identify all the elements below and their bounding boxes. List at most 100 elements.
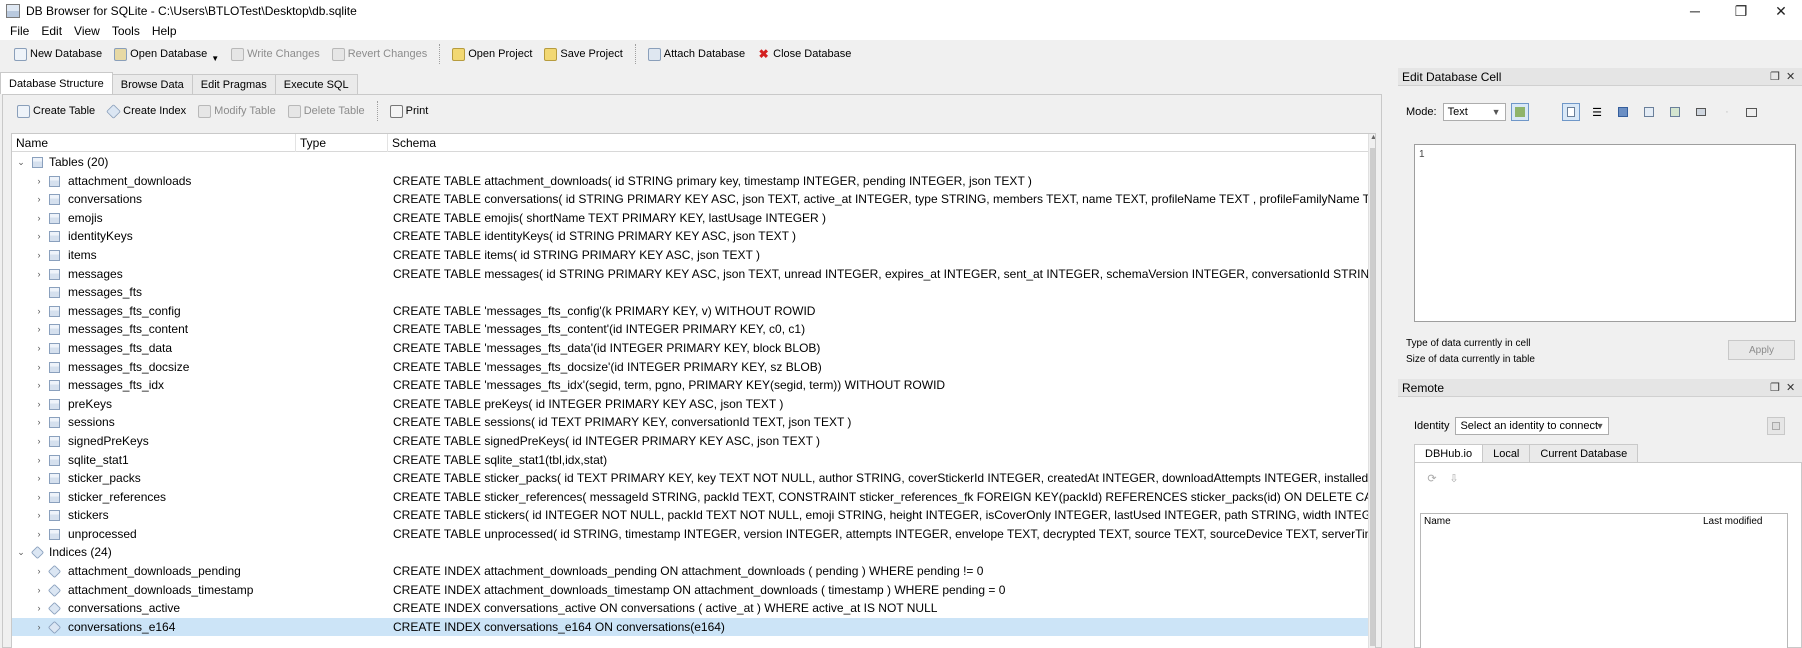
tree-row[interactable]: › sticker_packs CREATE TABLE sticker_packs…	[12, 469, 1369, 488]
new-database-button[interactable]: New Database	[8, 43, 108, 65]
chevron-right-icon[interactable]: ›	[34, 488, 44, 507]
chevron-right-icon[interactable]: ›	[34, 469, 44, 488]
tree-row[interactable]: › conversations_active CREATE INDEX conver…	[12, 599, 1368, 618]
column-header-name[interactable]: Name	[12, 134, 296, 152]
indices-group-row[interactable]: ⌄ Indices (24)	[12, 543, 1368, 562]
schema-tree[interactable]: Name Type Schema ⌄ Tables (20) › attachment…	[11, 133, 1376, 648]
chevron-right-icon[interactable]: ›	[34, 339, 44, 358]
scrollbar-thumb[interactable]	[1370, 148, 1375, 646]
tab-current-database[interactable]: Current Database	[1529, 444, 1639, 462]
set-null-button[interactable]	[1666, 103, 1684, 121]
menu-tools[interactable]: Tools	[106, 24, 146, 38]
identity-settings-button[interactable]	[1767, 417, 1785, 435]
tree-row[interactable]: › items CREATE TABLE items( id STRING PRIM…	[12, 246, 1368, 265]
close-window-button[interactable]: ✕	[1758, 0, 1802, 22]
chevron-right-icon[interactable]: ›	[34, 227, 44, 246]
tree-row[interactable]: › sqlite_stat1 CREATE TABLE sqlite_stat1(t…	[12, 451, 1368, 470]
menu-file[interactable]: File	[4, 24, 35, 38]
chevron-right-icon[interactable]: ›	[34, 506, 44, 525]
tree-row[interactable]: › messages CREATE TABLE messages( id STRIN…	[12, 265, 1369, 284]
tab-dbhub[interactable]: DBHub.io	[1414, 444, 1484, 462]
export-button[interactable]	[1640, 103, 1658, 121]
tree-row[interactable]: › preKeys CREATE TABLE preKeys( id INTEGER…	[12, 395, 1368, 414]
chevron-right-icon[interactable]: ›	[34, 413, 44, 432]
tree-row[interactable]: messages_fts	[12, 283, 1368, 302]
tab-database-structure[interactable]: Database Structure	[0, 72, 113, 94]
revert-changes-button[interactable]: Revert Changes	[326, 43, 434, 65]
vertical-scrollbar[interactable]: ▲	[1368, 134, 1375, 648]
print-button[interactable]: Print	[384, 100, 435, 122]
chevron-right-icon[interactable]: ›	[34, 525, 44, 544]
menu-edit[interactable]: Edit	[35, 24, 68, 38]
chevron-down-icon[interactable]: ⌄	[16, 153, 26, 172]
tables-group-row[interactable]: ⌄ Tables (20)	[12, 153, 1368, 172]
tree-row[interactable]: › signedPreKeys CREATE TABLE signedPreKeys…	[12, 432, 1368, 451]
tree-row[interactable]: › messages_fts_content CREATE TABLE 'messa…	[12, 320, 1368, 339]
menu-view[interactable]: View	[68, 24, 106, 38]
write-changes-button[interactable]: Write Changes	[225, 43, 326, 65]
open-database-dropdown-icon[interactable]: ▼	[211, 54, 219, 63]
tree-row[interactable]: › emojis CREATE TABLE emojis( shortName TE…	[12, 209, 1368, 228]
chevron-right-icon[interactable]: ›	[34, 432, 44, 451]
identity-select[interactable]: Select an identity to connect ▼	[1455, 417, 1610, 435]
remote-list[interactable]: Name Last modified	[1420, 513, 1788, 648]
chevron-right-icon[interactable]: ›	[34, 562, 44, 581]
list-header-name[interactable]: Name	[1424, 516, 1451, 527]
format-button[interactable]: ☰	[1588, 103, 1606, 121]
auto-switch-mode-button[interactable]	[1511, 103, 1529, 121]
mode-select[interactable]: Text ▼	[1442, 103, 1506, 121]
open-project-button[interactable]: Open Project	[446, 43, 538, 65]
tree-row[interactable]: › sticker_references CREATE TABLE sticker_…	[12, 488, 1369, 507]
chevron-right-icon[interactable]: ›	[34, 265, 44, 284]
chevron-right-icon[interactable]: ›	[34, 302, 44, 321]
clone-button[interactable]: ⇩	[1445, 469, 1463, 487]
close-dock-icon[interactable]: ✕	[1786, 379, 1795, 397]
attach-database-button[interactable]: Attach Database	[642, 43, 751, 65]
tree-row[interactable]: › attachment_downloads_timestamp CREATE IN…	[12, 581, 1368, 600]
create-index-button[interactable]: Create Index	[101, 100, 192, 122]
tree-row[interactable]: › conversations_e164 CREATE INDEX conversa…	[12, 617, 1368, 637]
modify-table-button[interactable]: Modify Table	[192, 100, 282, 122]
print-cell-button[interactable]	[1742, 103, 1760, 121]
chevron-right-icon[interactable]: ›	[34, 376, 44, 395]
list-header-last-modified[interactable]: Last modified	[1703, 516, 1762, 527]
clear-button[interactable]: ·	[1718, 103, 1736, 121]
tab-local[interactable]: Local	[1482, 444, 1531, 462]
word-wrap-button[interactable]	[1562, 103, 1580, 121]
float-dock-icon[interactable]: ❐	[1770, 379, 1780, 397]
save-project-button[interactable]: Save Project	[538, 43, 628, 65]
image-viewer-button[interactable]	[1692, 103, 1710, 121]
delete-table-button[interactable]: Delete Table	[282, 100, 371, 122]
tree-row[interactable]: › messages_fts_config CREATE TABLE 'messag…	[12, 302, 1368, 321]
chevron-right-icon[interactable]: ›	[34, 320, 44, 339]
tree-row[interactable]: › messages_fts_idx CREATE TABLE 'messages_…	[12, 376, 1368, 395]
open-database-button[interactable]: Open Database ▼	[108, 43, 225, 65]
tree-row[interactable]: › identityKeys CREATE TABLE identityKeys( …	[12, 227, 1368, 246]
tree-row[interactable]: › stickers CREATE TABLE stickers( id INTEG…	[12, 506, 1369, 525]
import-button[interactable]	[1614, 103, 1632, 121]
tab-execute-sql[interactable]: Execute SQL	[274, 74, 358, 94]
cell-editor[interactable]: 1	[1414, 144, 1796, 322]
chevron-right-icon[interactable]: ›	[34, 246, 44, 265]
close-database-button[interactable]: ✖ Close Database	[751, 43, 857, 65]
tree-row[interactable]: › messages_fts_docsize CREATE TABLE 'messa…	[12, 358, 1368, 377]
refresh-button[interactable]: ⟳	[1423, 469, 1441, 487]
column-header-type[interactable]: Type	[296, 134, 388, 152]
column-header-schema[interactable]: Schema	[388, 134, 1368, 152]
tree-row[interactable]: › attachment_downloads_pending CREATE INDE…	[12, 562, 1368, 581]
tab-browse-data[interactable]: Browse Data	[111, 74, 193, 94]
tree-row[interactable]: › messages_fts_data CREATE TABLE 'messages…	[12, 339, 1368, 358]
float-dock-icon[interactable]: ❐	[1770, 68, 1780, 86]
chevron-right-icon[interactable]: ›	[34, 358, 44, 377]
tree-row[interactable]: › conversations CREATE TABLE conversations…	[12, 190, 1369, 209]
minimize-button[interactable]: ─	[1672, 0, 1718, 22]
tree-row[interactable]: › unprocessed CREATE TABLE unprocessed( id…	[12, 525, 1369, 544]
chevron-right-icon[interactable]: ›	[34, 618, 44, 637]
apply-button[interactable]: Apply	[1728, 340, 1795, 360]
chevron-right-icon[interactable]: ›	[34, 172, 44, 191]
tree-row[interactable]: › sessions CREATE TABLE sessions( id TEXT …	[12, 413, 1368, 432]
chevron-right-icon[interactable]: ›	[34, 451, 44, 470]
scroll-up-icon[interactable]: ▲	[1369, 134, 1375, 146]
chevron-down-icon[interactable]: ⌄	[16, 543, 26, 562]
chevron-right-icon[interactable]: ›	[34, 581, 44, 600]
